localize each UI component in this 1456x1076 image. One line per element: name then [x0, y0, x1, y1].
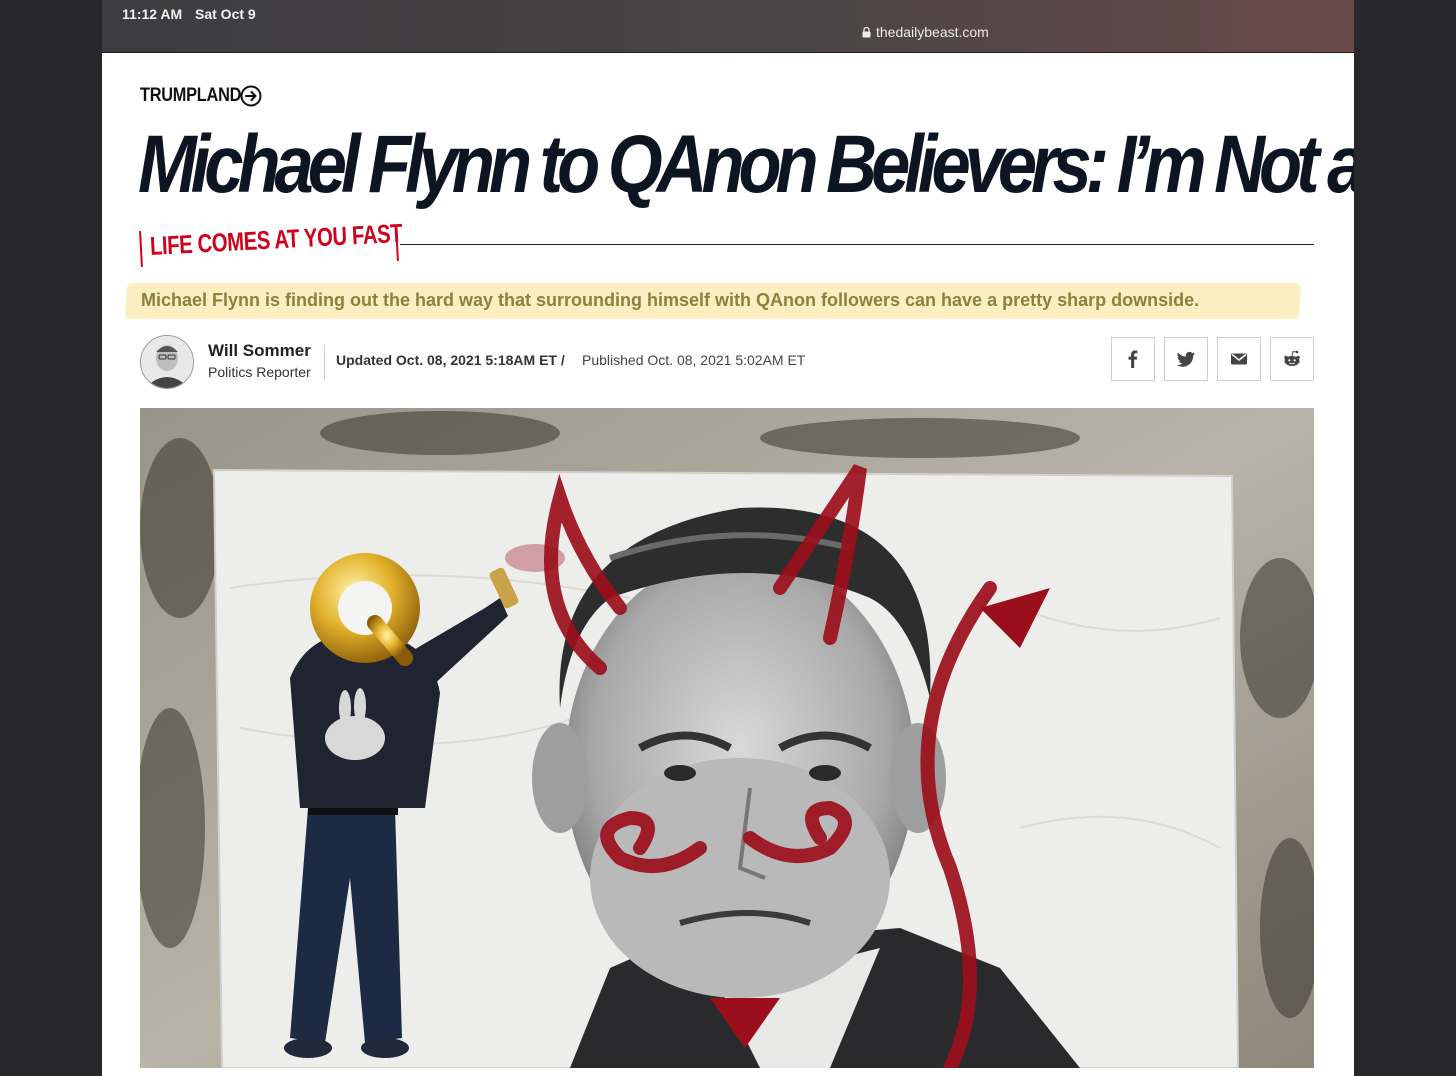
- share-twitter-button[interactable]: [1164, 337, 1208, 381]
- device-frame-right: [1354, 0, 1456, 1076]
- author-role: Politics Reporter: [208, 364, 311, 380]
- reddit-icon: [1284, 350, 1300, 366]
- section-label: TRUMPLAND: [140, 85, 242, 106]
- byline-divider: [324, 345, 325, 379]
- rubric-rule: [400, 244, 1314, 245]
- published-timestamp: Published Oct. 08, 2021 5:02AM ET: [582, 352, 806, 368]
- status-date: Sat Oct 9: [195, 6, 256, 22]
- author-name[interactable]: Will Sommer: [208, 341, 311, 361]
- share-facebook-button[interactable]: [1111, 337, 1155, 381]
- share-buttons: [1111, 337, 1314, 381]
- hero-image: [140, 408, 1314, 1068]
- status-time: 11:12 AM: [122, 6, 183, 22]
- address-bar[interactable]: thedailybeast.com: [862, 24, 989, 40]
- share-email-button[interactable]: [1217, 337, 1261, 381]
- device-frame-left: [0, 0, 102, 1076]
- rubric-bar: [139, 230, 143, 268]
- article-page: TRUMPLAND Michael Flynn to QAnon Believe…: [102, 53, 1354, 1076]
- facebook-icon: [1128, 350, 1138, 368]
- lock-icon: [862, 26, 871, 37]
- rubric: LIFE COMES AT YOU FAST: [139, 218, 1314, 275]
- url-text: thedailybeast.com: [876, 24, 989, 40]
- updated-timestamp: Updated Oct. 08, 2021 5:18AM ET /: [336, 352, 565, 368]
- arrow-right-circle-icon: [240, 85, 262, 107]
- byline: Will Sommer Politics Reporter Updated Oc…: [140, 333, 1314, 389]
- twitter-icon: [1176, 351, 1195, 367]
- status-bar: 11:12 AM Sat Oct 9 thedailybeast.com: [102, 0, 1354, 53]
- author-avatar[interactable]: [140, 335, 194, 389]
- headline: Michael Flynn to QAnon Believers: I’m No…: [138, 119, 1354, 210]
- section-link[interactable]: TRUMPLAND: [140, 85, 262, 107]
- mail-icon: [1231, 353, 1247, 365]
- dek: Michael Flynn is finding out the hard wa…: [141, 290, 1200, 310]
- share-reddit-button[interactable]: [1270, 337, 1314, 381]
- rubric-label: LIFE COMES AT YOU FAST: [149, 217, 403, 261]
- hero-illustration: [140, 408, 1314, 1068]
